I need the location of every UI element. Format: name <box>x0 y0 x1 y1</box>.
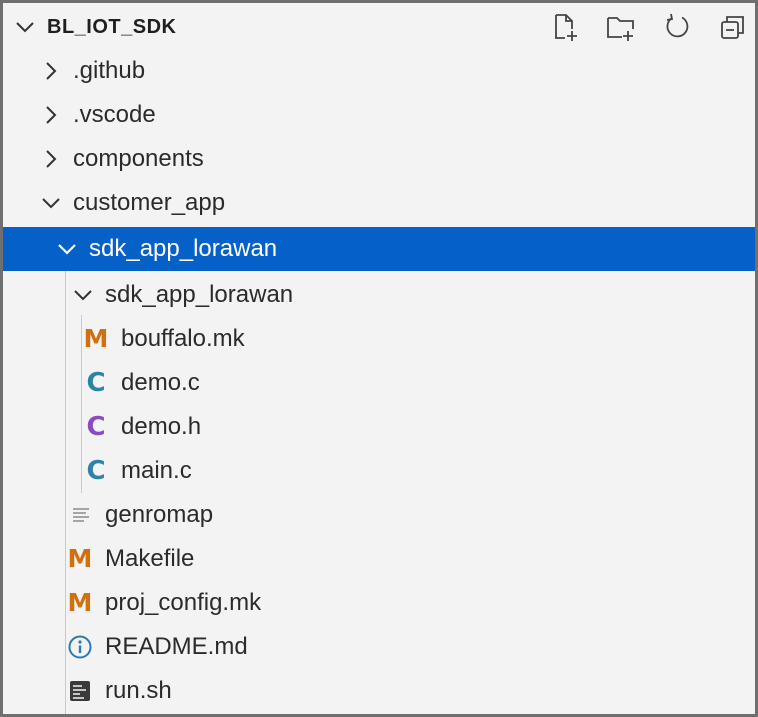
tree-item-makefile[interactable]: M Makefile <box>3 537 755 581</box>
tree-item-label: sdk_app_lorawan <box>105 281 294 308</box>
terminal-icon <box>66 677 94 705</box>
tree-item-readme-md[interactable]: README.md <box>3 625 755 669</box>
tree-item-bouffalo-mk[interactable]: M bouffalo.mk <box>3 317 755 361</box>
chevron-down-icon <box>74 290 92 301</box>
new-file-icon <box>555 14 577 41</box>
chevron-right-icon <box>46 62 57 80</box>
tree-item-sdk-app-lorawan-selected[interactable]: sdk_app_lorawan <box>3 227 755 271</box>
collapse-all-icon <box>721 16 744 39</box>
tree-item-label: bouffalo.mk <box>121 325 245 352</box>
tree-item-label: .github <box>73 57 146 84</box>
tree-item-run-sh[interactable]: run.sh <box>3 669 755 713</box>
new-folder-icon <box>607 17 634 41</box>
tree-item-sdk-app-lorawan-nested[interactable]: sdk_app_lorawan <box>3 273 755 317</box>
tree-item-proj-config-mk[interactable]: M proj_config.mk <box>3 581 755 625</box>
tree-item-components[interactable]: components <box>3 137 755 181</box>
tree-item-demo-h[interactable]: C demo.h <box>3 405 755 449</box>
tree-item-label: genromap <box>105 501 214 528</box>
tree-item-genromap[interactable]: genromap <box>3 493 755 537</box>
chevron-right-icon <box>46 106 57 124</box>
refresh-button[interactable] <box>661 11 693 43</box>
tree-item-label: run.sh <box>105 677 172 704</box>
tree-item-demo-c[interactable]: C demo.c <box>3 361 755 405</box>
c-source-icon: C <box>86 456 106 486</box>
collapse-all-button[interactable] <box>717 11 749 43</box>
tree-item-label: sdk_app_lorawan <box>89 235 278 262</box>
tree-item-vscode[interactable]: .vscode <box>3 93 755 137</box>
tree-item-label: components <box>73 145 204 172</box>
makefile-icon: M <box>83 324 109 353</box>
text-file-icon <box>67 501 95 529</box>
tree-item-label: customer_app <box>73 189 226 216</box>
makefile-icon: M <box>67 588 93 617</box>
tree-item-main-c[interactable]: C main.c <box>3 449 755 493</box>
chevron-right-icon <box>46 150 57 168</box>
tree-item-github[interactable]: .github <box>3 49 755 93</box>
tree-item-label: demo.c <box>121 369 200 396</box>
explorer-panel: BL_IOT_SDK .github .vscode components cu… <box>0 0 758 717</box>
tree-item-label: .vscode <box>73 101 156 128</box>
tree-item-label: README.md <box>105 633 248 660</box>
chevron-down-icon[interactable] <box>13 15 37 39</box>
c-header-icon: C <box>86 412 106 442</box>
chevron-down-icon <box>58 244 76 255</box>
tree-item-label: main.c <box>121 457 192 484</box>
root-folder-title: BL_IOT_SDK <box>47 16 177 38</box>
new-folder-button[interactable] <box>605 11 637 43</box>
info-icon <box>66 633 94 661</box>
refresh-icon <box>666 13 689 38</box>
new-file-button[interactable] <box>549 11 581 43</box>
c-source-icon: C <box>86 368 106 398</box>
tree-item-label: proj_config.mk <box>105 589 262 616</box>
tree-item-customer-app[interactable]: customer_app <box>3 181 755 225</box>
tree-item-label: demo.h <box>121 413 202 440</box>
chevron-down-icon <box>42 198 60 209</box>
tree-item-label: Makefile <box>105 545 195 572</box>
makefile-icon: M <box>67 544 93 573</box>
explorer-header[interactable]: BL_IOT_SDK <box>3 3 755 49</box>
